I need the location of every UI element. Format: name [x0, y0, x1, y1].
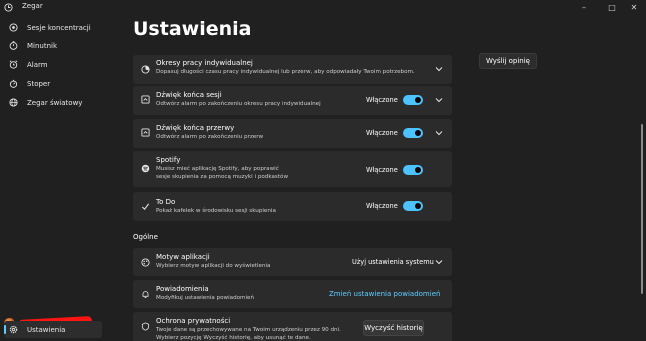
vertical-scrollbar[interactable]: [641, 124, 643, 294]
clock-dial-icon: [141, 65, 150, 74]
close-button[interactable]: ✕: [622, 1, 646, 13]
alarm-sound-icon: [141, 128, 150, 137]
card-title: Dźwięk końca przerwy: [156, 124, 235, 132]
toggle-state-label: Włączone: [366, 129, 398, 137]
chevron-down-icon[interactable]: [435, 66, 443, 72]
sidebar-item-world-clock[interactable]: Zegar światowy: [4, 94, 102, 111]
stopwatch-icon: [9, 79, 18, 88]
sidebar-item-label: Sesje koncentracji: [27, 23, 91, 32]
card-description: Odtwórz alarm po zakończeniu okresu prac…: [156, 101, 321, 107]
title-bar: Zegar – □ ✕: [0, 0, 646, 16]
sidebar-item-label: Alarm: [27, 60, 48, 69]
timer-icon: [9, 41, 18, 50]
gear-icon: [9, 325, 18, 334]
send-feedback-button[interactable]: Wyślij opinię: [479, 53, 537, 69]
notifications-card: Powiadomienia Modyfikuj ustawienia powia…: [133, 280, 452, 308]
shield-icon: [141, 322, 150, 331]
sidebar: Sesje koncentracji Minutnik Alarm Stoper…: [0, 16, 106, 341]
todo-card: To Do Pokaż kafelek w środowisku sesji s…: [133, 192, 452, 221]
sidebar-item-label: Stoper: [27, 79, 51, 88]
chevron-down-icon[interactable]: [435, 130, 443, 136]
alarm-sound-icon: [141, 95, 150, 104]
toggle-state-label: Włączone: [366, 96, 398, 104]
alarm-icon: [9, 60, 18, 69]
sidebar-item-timer[interactable]: Minutnik: [4, 37, 102, 54]
focus-periods-card[interactable]: Okresy pracy indywidualnej Dopasuj długo…: [133, 55, 452, 84]
toggle-state-label: Włączone: [366, 166, 398, 174]
card-title: Powiadomienia: [156, 285, 209, 293]
chevron-down-icon[interactable]: [435, 97, 443, 103]
sidebar-item-stopwatch[interactable]: Stoper: [4, 75, 102, 92]
clock-icon: [4, 3, 13, 12]
minimize-button[interactable]: –: [572, 1, 596, 13]
palette-icon: [141, 258, 150, 267]
sidebar-item-label: Minutnik: [27, 41, 58, 50]
spotify-toggle[interactable]: [403, 165, 423, 175]
card-title: Ochrona prywatności: [156, 317, 231, 325]
toggle-state-label: Włączone: [366, 202, 398, 210]
spotify-icon: [141, 164, 150, 173]
session-end-sound-toggle[interactable]: [403, 95, 423, 105]
maximize-icon: □: [608, 2, 616, 12]
sidebar-item-focus-sessions[interactable]: Sesje koncentracji: [4, 19, 102, 36]
sidebar-item-alarm[interactable]: Alarm: [4, 56, 102, 73]
globe-icon: [9, 98, 18, 107]
card-description: Twoje dane są przechowywane na Twoim urz…: [156, 327, 341, 341]
break-end-sound-toggle[interactable]: [403, 128, 423, 138]
card-title: Spotify: [156, 156, 181, 164]
break-end-sound-card[interactable]: Dźwięk końca przerwy Odtwórz alarm po za…: [133, 119, 452, 148]
sidebar-item-settings[interactable]: Ustawienia: [4, 321, 102, 338]
close-icon: ✕: [630, 2, 638, 12]
privacy-card: Ochrona prywatności Twoje dane są przech…: [133, 312, 452, 341]
card-description: Pokaż kafelek w środowisku sesji skupien…: [156, 208, 276, 214]
bell-icon: [141, 290, 150, 299]
page-title: Ustawienia: [133, 18, 252, 40]
app-theme-card[interactable]: Motyw aplikacji Wybierz motyw aplikacji …: [133, 248, 452, 276]
focus-icon: [9, 23, 18, 32]
card-description: Musisz mieć aplikację Spotify, aby popra…: [156, 166, 289, 180]
maximize-button[interactable]: □: [600, 1, 624, 13]
card-title: Okresy pracy indywidualnej: [156, 59, 253, 67]
theme-selected-value: Użyj ustawienia systemu: [352, 258, 434, 266]
spotify-card: Spotify Musisz mieć aplikację Spotify, a…: [133, 151, 452, 187]
sidebar-item-label: Ustawienia: [27, 325, 66, 334]
card-title: To Do: [156, 198, 176, 206]
change-notification-settings-link[interactable]: Zmień ustawienia powiadomień: [329, 290, 440, 298]
card-description: Odtwórz alarm po zakończeniu przerw: [156, 134, 264, 140]
sidebar-item-label: Zegar światowy: [27, 98, 83, 107]
section-heading: Ogólne: [133, 233, 158, 241]
checkmark-icon: [141, 202, 150, 211]
minimize-icon: –: [582, 2, 586, 12]
app-title: Zegar: [22, 2, 43, 10]
chevron-down-icon[interactable]: [435, 259, 443, 265]
card-description: Dopasuj długości czasu pracy indywidualn…: [156, 69, 415, 75]
clear-history-button[interactable]: Wyczyść historię: [363, 320, 424, 336]
todo-toggle[interactable]: [403, 201, 423, 211]
card-title: Motyw aplikacji: [156, 253, 210, 261]
session-end-sound-card[interactable]: Dźwięk końca sesji Odtwórz alarm po zako…: [133, 86, 452, 115]
card-title: Dźwięk końca sesji: [156, 91, 222, 99]
